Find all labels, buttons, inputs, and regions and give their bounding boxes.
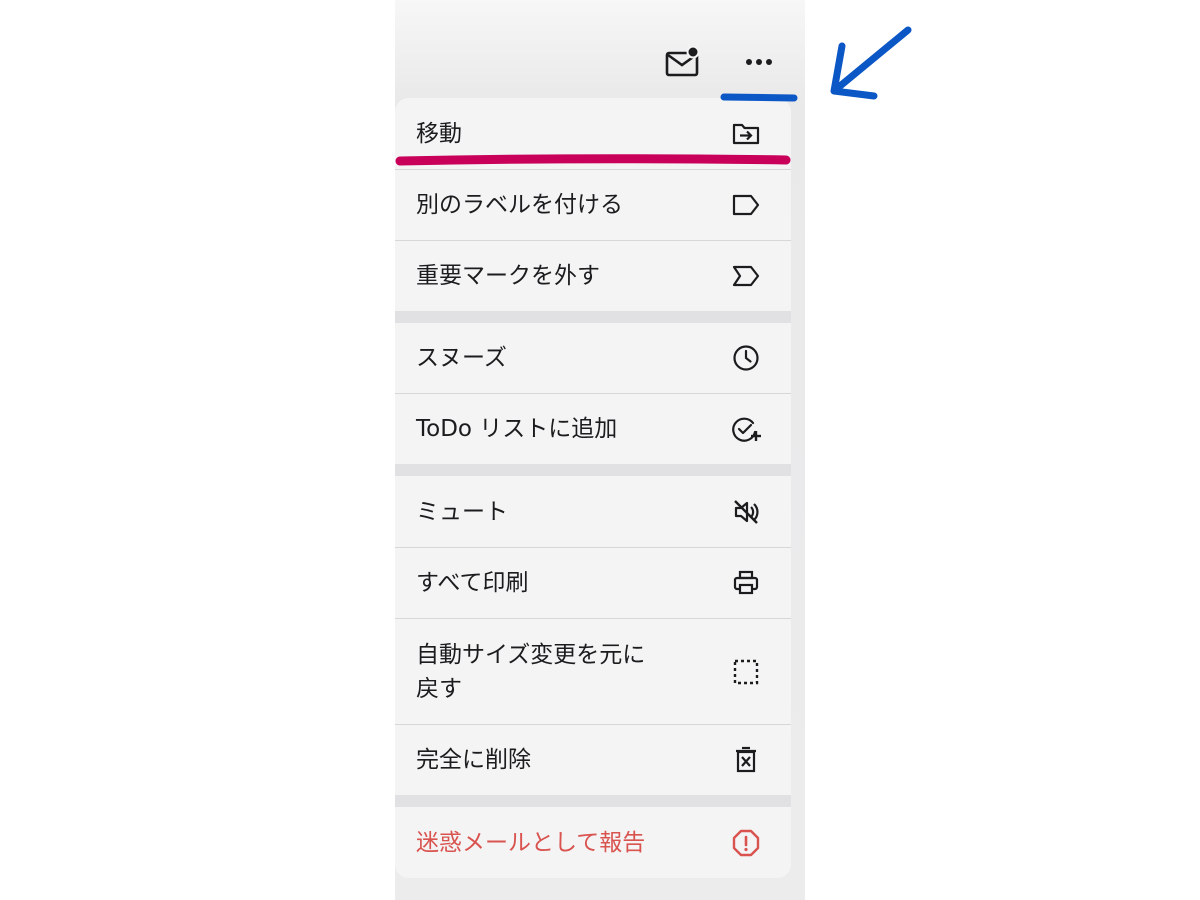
menu-item-label: 迷惑メールとして報告	[416, 829, 646, 856]
menu-item-print-all[interactable]: すべて印刷	[395, 548, 791, 618]
menu-item-delete-forever[interactable]: 完全に削除	[395, 725, 791, 795]
menu-item-label: 重要マークを外す	[416, 263, 600, 289]
gmail-screen: 移動 別のラベルを付ける 重要マークを外す スヌーズ ToDo リストに追加 ミ…	[395, 0, 805, 900]
label-icon	[731, 190, 761, 220]
mail-unread-icon	[664, 46, 700, 78]
menu-item-change-label[interactable]: 別のラベルを付ける	[395, 170, 791, 240]
folder-move-icon	[731, 119, 761, 149]
menu-item-label: 別のラベルを付ける	[416, 192, 623, 218]
menu-item-label: 自動サイズ変更を元に戻す	[416, 641, 646, 702]
mute-icon	[731, 497, 761, 527]
menu-item-label: すべて印刷	[416, 570, 529, 596]
menu-item-label: ミュート	[416, 498, 508, 525]
menu-item-move[interactable]: 移動	[395, 98, 791, 169]
menu-item-snooze[interactable]: スヌーズ	[395, 323, 791, 393]
annotation-blue-arrow	[830, 26, 912, 100]
menu-item-mute[interactable]: ミュート	[395, 476, 791, 547]
resize-dotted-icon	[731, 657, 761, 687]
menu-item-label: 移動	[416, 120, 462, 147]
menu-item-add-to-todo[interactable]: ToDo リストに追加	[395, 394, 791, 464]
more-options-button[interactable]	[737, 44, 781, 80]
menu-item-label: ToDo リストに追加	[416, 416, 618, 442]
menu-item-label: 完全に削除	[416, 747, 531, 773]
print-icon	[731, 568, 761, 598]
menu-item-undo-auto-resize[interactable]: 自動サイズ変更を元に戻す	[395, 619, 791, 724]
more-horizontal-icon	[744, 57, 774, 67]
important-icon	[731, 261, 761, 291]
delete-forever-icon	[731, 745, 761, 775]
report-spam-icon	[731, 828, 761, 858]
mark-unread-button[interactable]	[660, 42, 704, 82]
menu-item-unmark-important[interactable]: 重要マークを外す	[395, 241, 791, 311]
overflow-menu: 移動 別のラベルを付ける 重要マークを外す スヌーズ ToDo リストに追加 ミ…	[395, 98, 791, 878]
add-task-icon	[731, 414, 761, 444]
clock-icon	[731, 343, 761, 373]
menu-item-label: スヌーズ	[416, 345, 507, 371]
menu-item-report-spam[interactable]: 迷惑メールとして報告	[395, 807, 791, 878]
